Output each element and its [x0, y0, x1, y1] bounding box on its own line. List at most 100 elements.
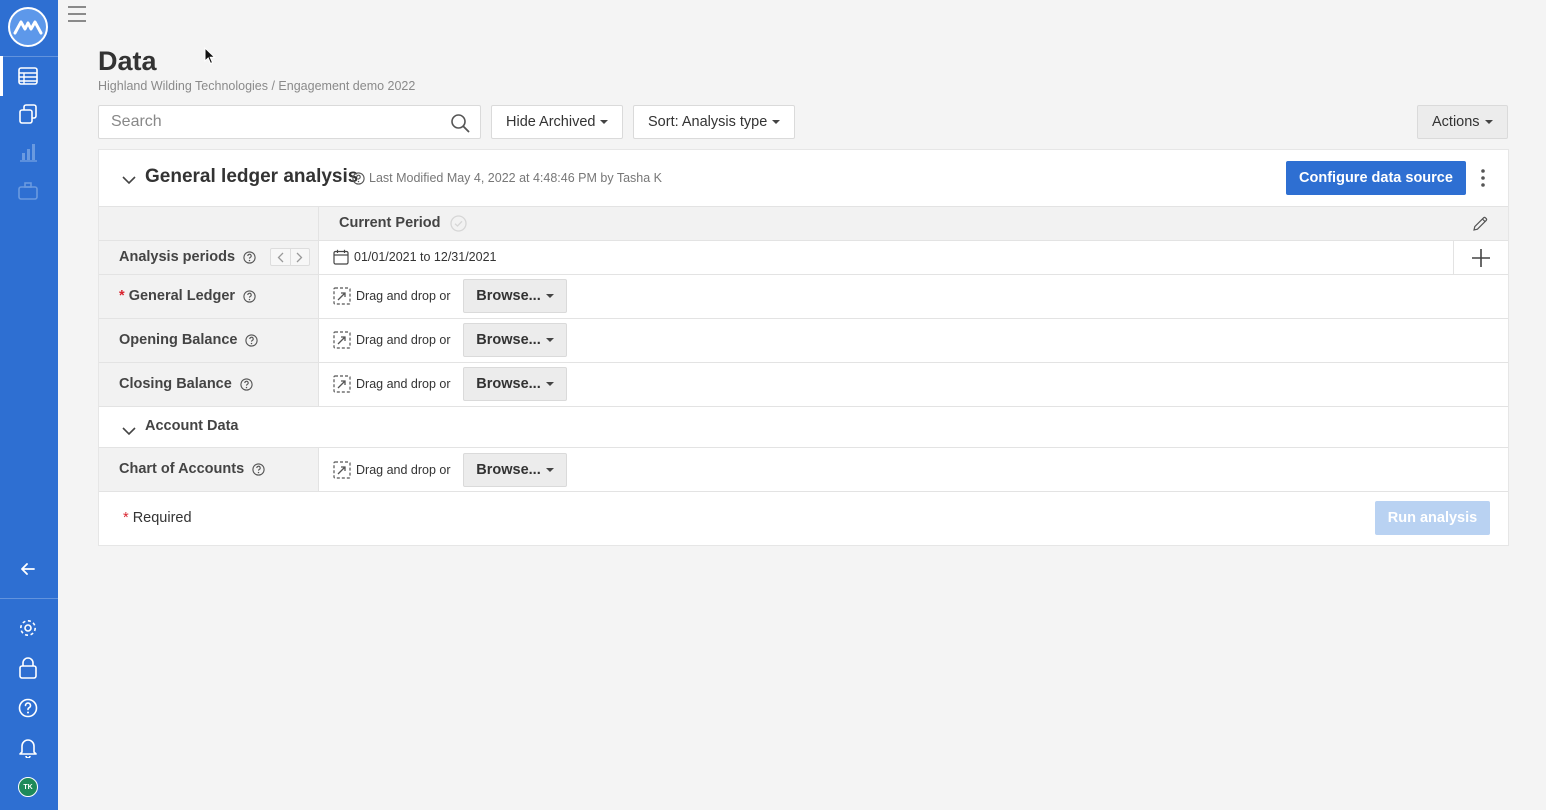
- hide-archived-label: Hide Archived: [506, 114, 596, 130]
- general-ledger-text: General Ledger: [128, 288, 236, 304]
- closing-balance-text: Closing Balance: [119, 376, 232, 392]
- required-star: *: [123, 510, 129, 526]
- search-input[interactable]: [99, 106, 429, 138]
- opening-balance-label: Opening Balance: [119, 332, 259, 348]
- browse-label: Browse...: [476, 288, 541, 304]
- last-modified: Last Modified May 4, 2022 at 4:48:46 PM …: [369, 171, 662, 185]
- drop-zone[interactable]: Drag and drop or: [333, 375, 451, 393]
- more-options-icon[interactable]: [1476, 166, 1490, 190]
- avatar[interactable]: TK: [18, 777, 38, 797]
- search-icon[interactable]: [450, 113, 470, 138]
- help-icon[interactable]: [240, 378, 253, 391]
- check-circle-icon: [450, 215, 467, 237]
- breadcrumb[interactable]: Highland Wilding Technologies / Engageme…: [98, 79, 415, 93]
- drop-zone[interactable]: Drag and drop or: [333, 461, 451, 479]
- actions-dropdown[interactable]: Actions: [1417, 105, 1508, 139]
- search-box: [98, 105, 481, 139]
- upload-cell: Drag and drop or Browse...: [319, 319, 1508, 362]
- prev-period-icon[interactable]: [271, 249, 290, 265]
- bell-icon[interactable]: [14, 734, 42, 762]
- data-row-closing-balance: Closing Balance Drag and drop or Browse.…: [99, 362, 1508, 406]
- sidebar: TK: [0, 0, 58, 810]
- drag-drop-icon: [333, 287, 351, 305]
- data-row-chart-of-accounts: Chart of Accounts Drag and drop or Brows…: [99, 447, 1508, 492]
- caret-down-icon: [545, 338, 554, 342]
- mindbridge-logo-icon[interactable]: [8, 7, 48, 47]
- upload-cell: Drag and drop or Browse...: [319, 275, 1508, 318]
- analysis-panel: General ledger analysis Last Modified Ma…: [98, 149, 1509, 546]
- briefcase-icon[interactable]: [14, 177, 42, 205]
- browse-label: Browse...: [476, 462, 541, 478]
- caret-down-icon: [545, 468, 554, 472]
- browse-button[interactable]: Browse...: [463, 323, 567, 357]
- help-icon[interactable]: [252, 463, 265, 476]
- analysis-periods-row: Analysis periods 01/01/2021 to 12/31/202…: [99, 240, 1508, 274]
- hide-archived-dropdown[interactable]: Hide Archived: [491, 105, 624, 139]
- data-row-opening-balance: Opening Balance Drag and drop or Browse.…: [99, 318, 1508, 362]
- browse-label: Browse...: [476, 332, 541, 348]
- required-text: Required: [132, 510, 192, 526]
- data-row-general-ledger: * General Ledger Drag and drop or Browse…: [99, 274, 1508, 318]
- analysis-periods-text: Analysis periods: [119, 249, 236, 265]
- label-cell: Opening Balance: [99, 319, 319, 362]
- drag-drop-text: Drag and drop or: [356, 289, 451, 303]
- plus-icon: [1472, 248, 1490, 267]
- collapse-arrow-icon[interactable]: [14, 555, 42, 583]
- analysis-periods-label: Analysis periods: [119, 249, 256, 265]
- caret-down-icon: [545, 294, 554, 298]
- lock-icon[interactable]: [14, 654, 42, 682]
- date-range-picker[interactable]: 01/01/2021 to 12/31/2021: [333, 249, 497, 265]
- help-icon[interactable]: [14, 694, 42, 722]
- label-column-header: [99, 207, 319, 240]
- account-data-title: Account Data: [145, 418, 239, 434]
- collapse-chevron-icon[interactable]: [122, 423, 136, 441]
- closing-balance-label: Closing Balance: [119, 376, 253, 392]
- label-cell: Chart of Accounts: [99, 448, 319, 491]
- period-content-cell: 01/01/2021 to 12/31/2021: [319, 241, 1508, 274]
- browse-button[interactable]: Browse...: [463, 367, 567, 401]
- data-table-icon[interactable]: [0, 56, 42, 96]
- help-icon[interactable]: [243, 290, 256, 303]
- analysis-title: General ledger analysis: [145, 166, 359, 187]
- sort-dropdown[interactable]: Sort: Analysis type: [633, 105, 796, 139]
- browse-label: Browse...: [476, 376, 541, 392]
- chart-of-accounts-label: Chart of Accounts: [119, 461, 265, 477]
- opening-balance-text: Opening Balance: [119, 332, 238, 348]
- caret-down-icon: [1484, 120, 1493, 124]
- edit-pencil-icon[interactable]: [1472, 215, 1489, 237]
- caret-down-icon: [600, 120, 609, 124]
- account-data-section: Account Data: [99, 406, 1508, 447]
- calendar-icon: [333, 249, 349, 265]
- help-icon[interactable]: [243, 251, 256, 264]
- upload-cell: Drag and drop or Browse...: [319, 448, 1508, 491]
- drag-drop-icon: [333, 331, 351, 349]
- required-note: * Required: [123, 510, 192, 526]
- drag-drop-text: Drag and drop or: [356, 377, 451, 391]
- upload-cell: Drag and drop or Browse...: [319, 363, 1508, 406]
- help-icon[interactable]: [245, 334, 259, 347]
- collapse-chevron-icon[interactable]: [122, 172, 136, 190]
- browse-button[interactable]: Browse...: [463, 279, 567, 313]
- label-cell: Analysis periods: [99, 241, 319, 274]
- analysis-header: General ledger analysis Last Modified Ma…: [99, 150, 1508, 206]
- drop-zone[interactable]: Drag and drop or: [333, 287, 451, 305]
- add-period-button[interactable]: [1453, 241, 1508, 274]
- help-icon[interactable]: [352, 172, 365, 190]
- hamburger-menu-icon[interactable]: [67, 5, 87, 23]
- documents-icon[interactable]: [14, 100, 42, 128]
- next-period-icon[interactable]: [289, 249, 310, 265]
- browse-button[interactable]: Browse...: [463, 453, 567, 487]
- drag-drop-text: Drag and drop or: [356, 463, 451, 477]
- run-analysis-button[interactable]: Run analysis: [1375, 501, 1490, 535]
- gear-icon[interactable]: [14, 614, 42, 642]
- period-nav-arrows: [270, 248, 310, 266]
- chart-of-accounts-text: Chart of Accounts: [119, 461, 245, 477]
- drop-zone[interactable]: Drag and drop or: [333, 331, 451, 349]
- required-star: *: [119, 288, 125, 304]
- caret-down-icon: [545, 382, 554, 386]
- sidebar-divider: [0, 56, 58, 57]
- bar-chart-icon[interactable]: [14, 138, 42, 166]
- caret-down-icon: [772, 120, 781, 124]
- configure-data-source-button[interactable]: Configure data source: [1286, 161, 1466, 195]
- drag-drop-icon: [333, 461, 351, 479]
